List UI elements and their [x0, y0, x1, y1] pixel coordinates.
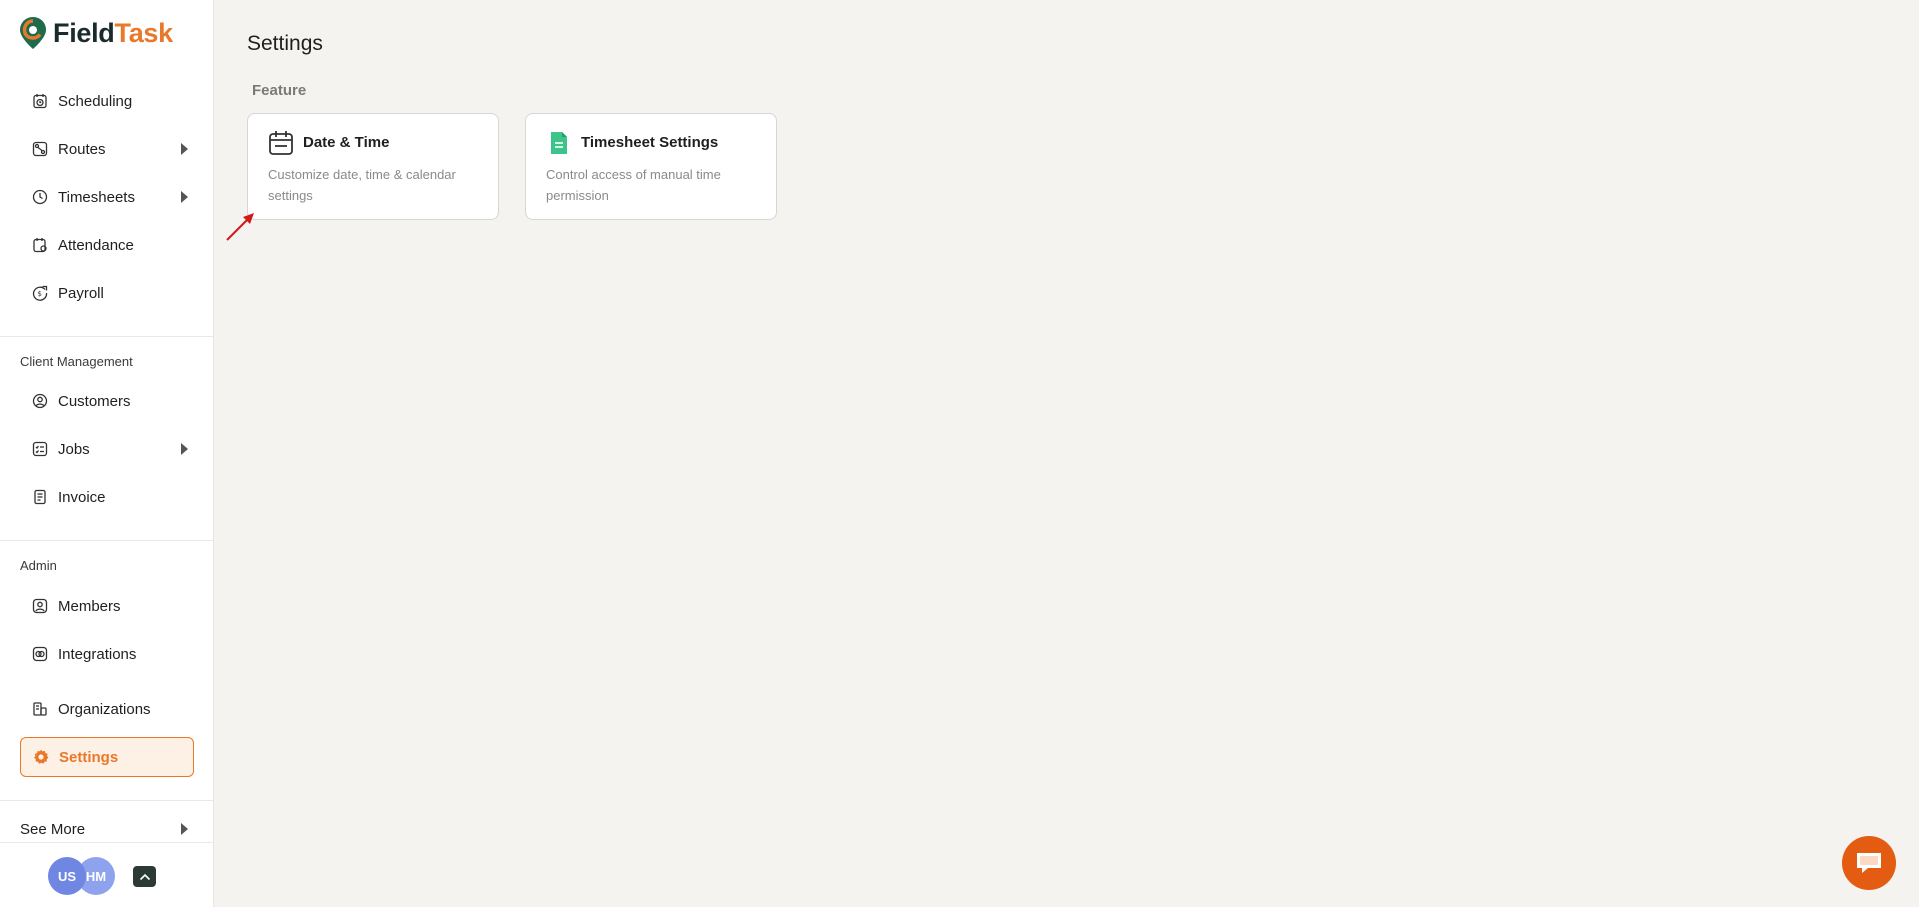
see-more-label: See More — [20, 820, 86, 838]
caret-right-icon — [181, 823, 188, 835]
sidebar-item-label: Customers — [58, 392, 131, 410]
sidebar-item-label: Settings — [59, 748, 119, 766]
jobs-icon — [31, 440, 49, 458]
brand-name: FieldTask — [53, 17, 173, 48]
see-more-button[interactable]: See More — [20, 816, 194, 842]
sidebar-item-label: Attendance — [58, 236, 134, 254]
sidebar-item-scheduling[interactable]: Scheduling — [20, 83, 194, 119]
sidebar-item-label: Payroll — [58, 284, 104, 302]
clock-icon — [31, 188, 49, 206]
divider — [0, 842, 214, 843]
expand-up-button[interactable] — [133, 866, 156, 887]
sidebar-item-routes[interactable]: Routes — [20, 131, 194, 167]
route-icon — [31, 140, 49, 158]
sidebar-item-label: Invoice — [58, 488, 106, 506]
section-title-client-management: Client Management — [20, 354, 133, 369]
sidebar-item-integrations[interactable]: Integrations — [20, 636, 194, 672]
sidebar: FieldTask Scheduling Routes Timesheets A… — [0, 0, 214, 907]
invoice-icon — [31, 488, 49, 506]
calendar-icon — [269, 131, 293, 155]
sidebar-item-label: Jobs — [58, 440, 90, 458]
sidebar-item-label: Routes — [58, 140, 106, 158]
caret-right-icon[interactable] — [181, 443, 188, 455]
chevron-up-icon — [139, 873, 150, 880]
sidebar-item-payroll[interactable]: $ Payroll — [20, 275, 194, 311]
caret-right-icon[interactable] — [181, 143, 188, 155]
card-description: Control access of manual time permission — [546, 167, 721, 203]
member-icon — [31, 597, 49, 615]
sidebar-item-label: Organizations — [58, 700, 151, 718]
location-pin-icon — [20, 17, 46, 49]
payroll-icon: $ — [31, 284, 49, 302]
sidebar-item-label: Integrations — [58, 645, 137, 663]
sidebar-item-label: Timesheets — [58, 188, 135, 206]
organization-icon — [31, 700, 49, 718]
card-title: Timesheet Settings — [581, 134, 719, 151]
sidebar-item-attendance[interactable]: Attendance — [20, 227, 194, 263]
logo[interactable]: FieldTask — [19, 15, 173, 51]
page-title: Settings — [247, 32, 323, 55]
section-title-admin: Admin — [20, 558, 57, 573]
sidebar-item-settings[interactable]: Settings — [20, 737, 194, 777]
sidebar-item-organizations[interactable]: Organizations — [20, 691, 194, 727]
gear-icon — [32, 748, 50, 766]
calendar-clock-icon — [31, 92, 49, 110]
chat-button[interactable] — [1842, 836, 1896, 890]
sidebar-item-timesheets[interactable]: Timesheets — [20, 179, 194, 215]
section-label: Feature — [252, 82, 307, 99]
sidebar-item-members[interactable]: Members — [20, 588, 194, 624]
divider — [0, 540, 214, 541]
chat-icon — [1857, 853, 1881, 873]
integrations-icon — [31, 645, 49, 663]
card-title: Date & Time — [303, 134, 390, 151]
attendance-icon — [31, 236, 49, 254]
annotation-arrow — [226, 213, 254, 241]
customer-icon — [31, 392, 49, 410]
sidebar-item-customers[interactable]: Customers — [20, 383, 194, 419]
sidebar-item-label: Scheduling — [58, 92, 133, 110]
card-date-time[interactable]: Date & Time Customize date, time & calen… — [247, 113, 499, 220]
sidebar-item-invoice[interactable]: Invoice — [20, 479, 194, 515]
divider — [0, 336, 214, 337]
card-timesheet-settings[interactable]: Timesheet Settings Control access of man… — [525, 113, 777, 220]
timesheet-doc-icon — [551, 132, 567, 154]
avatar[interactable]: US — [48, 857, 86, 895]
caret-right-icon[interactable] — [181, 191, 188, 203]
sidebar-item-label: Members — [58, 597, 121, 615]
sidebar-item-jobs[interactable]: Jobs — [20, 431, 194, 467]
card-description: Customize date, time & calendar settings — [268, 167, 456, 203]
svg-text:$: $ — [38, 290, 42, 298]
divider — [0, 800, 214, 801]
